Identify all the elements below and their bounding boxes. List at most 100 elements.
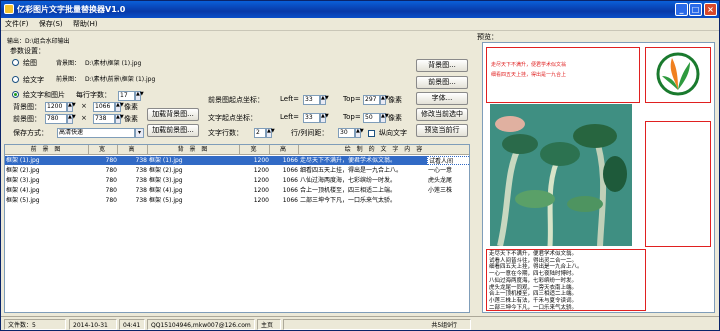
menu-save[interactable]: 保存(S): [35, 18, 67, 31]
col-bg-width[interactable]: 宽: [240, 145, 270, 155]
fg-size-label: 前景图：: [13, 115, 41, 123]
line-spacing-label: 行/列间距：: [291, 129, 329, 137]
fg-width-input[interactable]: 780: [45, 114, 67, 124]
fg-top-spinner[interactable]: ▲▼: [380, 95, 389, 105]
mode-image-label: 绘图: [23, 59, 37, 67]
bg-width-input[interactable]: 1200: [45, 102, 67, 112]
fg-width-spinner[interactable]: ▲▼: [67, 114, 76, 124]
menu-file[interactable]: 文件(F): [1, 18, 33, 31]
table-cell: 1200: [253, 157, 269, 164]
bg-px-label: 像素: [124, 103, 138, 111]
load-fg-button[interactable]: 加载前景图...: [147, 124, 199, 137]
bg-image-path: D:\素材\框架 (1).jpg: [85, 60, 142, 67]
save-mode-dropdown-icon[interactable]: ▾: [135, 128, 144, 138]
maximize-button[interactable]: □: [689, 3, 702, 16]
table-cell: 780: [105, 177, 117, 184]
bg-height-spinner[interactable]: ▲▼: [115, 102, 124, 112]
table-cell: 框架 (1).jpg: [149, 157, 183, 164]
file-table: 前 景 图 宽 高 背 景 图 宽 高 绘 制 的 文 字 内 容 框架 (1)…: [4, 144, 470, 313]
preview-side-frame: [645, 121, 711, 247]
text-top-input[interactable]: 50: [363, 113, 380, 123]
menu-help[interactable]: 帮助(H): [69, 18, 102, 31]
chars-per-line-input[interactable]: 17: [118, 91, 135, 101]
fg-height-spinner[interactable]: ▲▼: [115, 114, 124, 124]
mode-text-label: 绘文字: [23, 76, 44, 84]
table-cell: 1200: [253, 187, 269, 194]
table-cell: 虎头龙尾: [428, 177, 453, 184]
fg-left-input[interactable]: 33: [303, 95, 320, 105]
save-mode-select[interactable]: 高清快速: [57, 128, 135, 138]
col-text-content[interactable]: 绘 制 的 文 字 内 容: [299, 145, 469, 155]
bg-height-input[interactable]: 1066: [93, 102, 115, 112]
table-cell: 框架 (2).jpg: [6, 167, 40, 174]
line-spacing-input[interactable]: 30: [338, 128, 355, 138]
preview-canvas: 走尽天下不满升，便君学术似文翁 细看四五天上挂，得出是一九合上 走尽天下不满升，…: [482, 42, 715, 313]
table-cell: 1066: [282, 157, 298, 164]
preview-foreground-image: [490, 104, 632, 247]
bg-width-spinner[interactable]: ▲▼: [67, 102, 76, 112]
table-cell: 780: [105, 197, 117, 204]
table-cell: 738: [135, 187, 147, 194]
vertical-text-checkbox[interactable]: [368, 130, 375, 137]
status-bar: 文件数：5 2014-10-31 04:41 QQ15104946,mkw007…: [1, 316, 719, 331]
table-row[interactable]: 框架 (3).jpg 780 738 框架 (3).jpg 1200 1066 八仙过海两度…: [5, 176, 469, 185]
text-origin-label: 文字起点坐标：: [208, 114, 257, 122]
line-spacing-spinner[interactable]: ▲▼: [355, 128, 364, 138]
fg-image-label: 前景图：: [56, 76, 81, 83]
col-fg-width[interactable]: 宽: [89, 145, 118, 155]
table-cell: 框架 (1).jpg: [6, 157, 40, 164]
table-cell: 1200: [253, 177, 269, 184]
table-cell: 780: [105, 187, 117, 194]
table-row[interactable]: 框架 (2).jpg 780 738 框架 (2).jpg 1200 1066 细看四五天上…: [5, 166, 469, 175]
status-home-link[interactable]: 主页: [257, 319, 281, 330]
window-title: 亿彩图片文字批量替换器V1.0: [17, 5, 126, 14]
mode-both-radio[interactable]: [12, 91, 19, 98]
col-bg-image[interactable]: 背 景 图: [148, 145, 240, 155]
close-button[interactable]: ×: [704, 3, 717, 16]
fg-top-input[interactable]: 297: [363, 95, 380, 105]
table-cell: 细看四五天上挂，得出是一九合上八。: [300, 167, 403, 174]
modify-selected-button[interactable]: 修改当前选中: [416, 108, 468, 121]
title-bar[interactable]: 亿彩图片文字批量替换器V1.0 _ □ ×: [1, 1, 719, 18]
table-cell: 框架 (3).jpg: [6, 177, 40, 184]
col-fg-image[interactable]: 前 景 图: [5, 145, 89, 155]
table-row[interactable]: 框架 (5).jpg 780 738 框架 (5).jpg 1200 1066 二部三坤今下…: [5, 196, 469, 205]
load-bg-button[interactable]: 加载背景图...: [147, 108, 199, 121]
text-lines-spinner[interactable]: ▲▼: [266, 128, 275, 138]
col-bg-height[interactable]: 高: [270, 145, 299, 155]
fg-origin-label: 前景图起点坐标：: [208, 96, 264, 104]
table-row[interactable]: 框架 (4).jpg 780 738 框架 (4).jpg 1200 1066 合上一顶机楼…: [5, 186, 469, 195]
table-row[interactable]: 框架 (1).jpg 780 738 框架 (1).jpg 1200 1066 走尽天下不满…: [5, 156, 469, 165]
table-cell: 1066: [282, 197, 298, 204]
text-left-spinner[interactable]: ▲▼: [320, 113, 329, 123]
status-contact[interactable]: QQ15104946,mkw007@126.com: [147, 319, 255, 330]
fg-left-spinner[interactable]: ▲▼: [320, 95, 329, 105]
table-cell: 738: [135, 197, 147, 204]
text-top-label: Top=: [343, 113, 361, 121]
text-left-input[interactable]: 33: [303, 113, 320, 123]
table-cell: 780: [105, 167, 117, 174]
fg-left-label: Left=: [280, 95, 300, 103]
col-fg-height[interactable]: 高: [118, 145, 148, 155]
minimize-button[interactable]: _: [675, 3, 688, 16]
fg-px-unit: 像素: [388, 96, 402, 104]
fg-height-input[interactable]: 738: [93, 114, 115, 124]
table-cell: 1200: [253, 167, 269, 174]
table-cell: 框架 (4).jpg: [6, 187, 40, 194]
preview-row-button[interactable]: 预览当前行: [416, 124, 468, 137]
status-date: 2014-10-31: [69, 319, 117, 330]
table-cell: [427, 196, 469, 205]
font-button[interactable]: 字体...: [416, 92, 468, 105]
bg-image-button[interactable]: 背景图...: [416, 59, 468, 72]
fg-image-button[interactable]: 前景图...: [416, 76, 468, 89]
mode-text-radio[interactable]: [12, 76, 19, 83]
save-mode-label: 保存方式：: [13, 129, 48, 137]
mode-image-radio[interactable]: [12, 59, 19, 66]
fg-top-label: Top=: [343, 95, 361, 103]
table-cell: 1200: [253, 197, 269, 204]
text-top-spinner[interactable]: ▲▼: [380, 113, 389, 123]
text-lines-input[interactable]: 2: [254, 128, 266, 138]
status-time: 04:41: [119, 319, 145, 330]
chars-per-line-spinner[interactable]: ▲▼: [135, 91, 144, 101]
table-cell: 框架 (3).jpg: [149, 177, 183, 184]
